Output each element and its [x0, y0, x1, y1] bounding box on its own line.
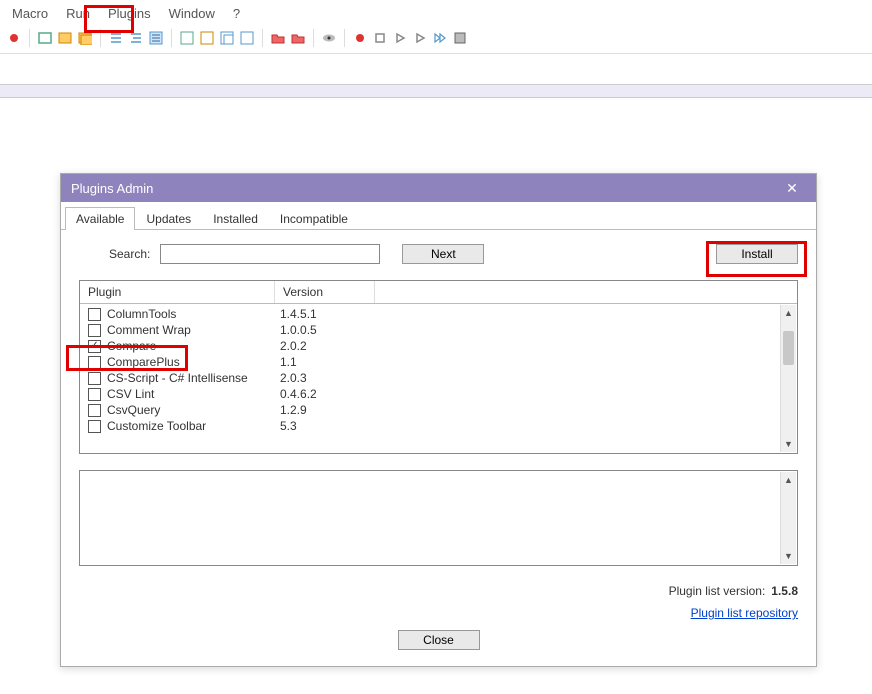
plugin-list-repository-link[interactable]: Plugin list repository — [691, 606, 798, 620]
folder-icon[interactable] — [290, 30, 306, 46]
menu-bar: Macro Run Plugins Window ? — [0, 0, 872, 27]
plugin-name: Customize Toolbar — [107, 419, 280, 433]
table-row[interactable]: CS-Script - C# Intellisense2.0.3 — [80, 370, 797, 386]
dialog-title: Plugins Admin — [71, 181, 153, 196]
plugin-description: ▲ ▼ — [79, 470, 798, 566]
record-macro-icon[interactable] — [6, 30, 22, 46]
scroll-up-icon[interactable]: ▲ — [781, 472, 796, 488]
plugin-checkbox[interactable] — [88, 372, 101, 385]
column-plugin[interactable]: Plugin — [80, 281, 275, 303]
plugin-checkbox[interactable] — [88, 308, 101, 321]
table-row[interactable]: ComparePlus1.1 — [80, 354, 797, 370]
dialog-titlebar[interactable]: Plugins Admin ✕ — [61, 174, 816, 202]
plugin-checkbox[interactable] — [88, 356, 101, 369]
toolbar-icon[interactable] — [37, 30, 53, 46]
plugin-list-version-label: Plugin list version: — [669, 584, 766, 598]
toolbar — [0, 27, 872, 54]
document-band — [0, 84, 872, 98]
indent-icon[interactable] — [108, 30, 124, 46]
plugin-version: 1.4.5.1 — [280, 307, 317, 321]
toolbar-icon[interactable] — [57, 30, 73, 46]
menu-run[interactable]: Run — [66, 6, 90, 21]
scroll-down-icon[interactable]: ▼ — [781, 548, 796, 564]
plugin-version: 1.0.0.5 — [280, 323, 317, 337]
plugin-checkbox[interactable] — [88, 420, 101, 433]
plugin-version: 5.3 — [280, 419, 297, 433]
table-row[interactable]: Comment Wrap1.0.0.5 — [80, 322, 797, 338]
record-icon[interactable] — [352, 30, 368, 46]
plugin-list: Plugin Version ColumnTools1.4.5.1Comment… — [79, 280, 798, 454]
toolbar-icon[interactable] — [239, 30, 255, 46]
plugin-name: ComparePlus — [107, 355, 280, 369]
plugin-checkbox[interactable] — [88, 324, 101, 337]
plugin-name: CS-Script - C# Intellisense — [107, 371, 280, 385]
stop-icon[interactable] — [372, 30, 388, 46]
plugin-name: ColumnTools — [107, 307, 280, 321]
scrollbar[interactable]: ▲ ▼ — [780, 472, 796, 564]
tab-installed[interactable]: Installed — [202, 207, 269, 230]
plugin-name: CSV Lint — [107, 387, 280, 401]
table-row[interactable]: ✓ Compare2.0.2 — [80, 338, 797, 354]
eye-icon[interactable] — [321, 30, 337, 46]
plugin-name: Comment Wrap — [107, 323, 280, 337]
menu-macro[interactable]: Macro — [12, 6, 48, 21]
menu-plugins[interactable]: Plugins — [108, 6, 151, 21]
plugin-checkbox[interactable] — [88, 404, 101, 417]
plugin-checkbox[interactable]: ✓ — [88, 340, 101, 353]
column-blank — [375, 281, 797, 303]
plugin-name: Compare — [107, 339, 280, 353]
outdent-icon[interactable] — [128, 30, 144, 46]
tab-incompatible[interactable]: Incompatible — [269, 207, 359, 230]
scroll-up-icon[interactable]: ▲ — [781, 305, 796, 321]
search-input[interactable] — [160, 244, 380, 264]
table-row[interactable]: CSV Lint0.4.6.2 — [80, 386, 797, 402]
next-button[interactable]: Next — [402, 244, 484, 264]
plugins-admin-dialog: Plugins Admin ✕ Available Updates Instal… — [60, 173, 817, 667]
scrollbar[interactable]: ▲ ▼ — [780, 305, 796, 452]
plugin-name: CsvQuery — [107, 403, 280, 417]
plugin-version: 1.1 — [280, 355, 297, 369]
plugin-version: 0.4.6.2 — [280, 387, 317, 401]
toolbar-icon[interactable] — [77, 30, 93, 46]
plugin-list-version: 1.5.8 — [771, 584, 798, 598]
tab-strip: Available Updates Installed Incompatible — [61, 202, 816, 230]
plugin-checkbox[interactable] — [88, 388, 101, 401]
column-version[interactable]: Version — [275, 281, 375, 303]
scroll-down-icon[interactable]: ▼ — [781, 436, 796, 452]
table-row[interactable]: CsvQuery1.2.9 — [80, 402, 797, 418]
table-row[interactable]: Customize Toolbar5.3 — [80, 418, 797, 434]
folder-icon[interactable] — [270, 30, 286, 46]
tab-available[interactable]: Available — [65, 207, 135, 230]
toolbar-icon[interactable] — [219, 30, 235, 46]
toolbar-icon[interactable] — [179, 30, 195, 46]
toolbar-icon[interactable] — [199, 30, 215, 46]
tab-updates[interactable]: Updates — [135, 207, 202, 230]
menu-window[interactable]: Window — [169, 6, 215, 21]
menu-help[interactable]: ? — [233, 6, 240, 21]
plugin-version: 2.0.3 — [280, 371, 307, 385]
play-icon[interactable] — [412, 30, 428, 46]
list-icon[interactable] — [148, 30, 164, 46]
table-row[interactable]: ColumnTools1.4.5.1 — [80, 306, 797, 322]
install-button[interactable]: Install — [716, 244, 798, 264]
search-label: Search: — [109, 247, 150, 261]
fast-forward-icon[interactable] — [432, 30, 448, 46]
plugin-version: 1.2.9 — [280, 403, 307, 417]
close-icon[interactable]: ✕ — [778, 179, 806, 197]
close-button[interactable]: Close — [398, 630, 480, 650]
plugin-version: 2.0.2 — [280, 339, 307, 353]
save-macro-icon[interactable] — [452, 30, 468, 46]
scroll-thumb[interactable] — [783, 331, 794, 365]
play-icon[interactable] — [392, 30, 408, 46]
